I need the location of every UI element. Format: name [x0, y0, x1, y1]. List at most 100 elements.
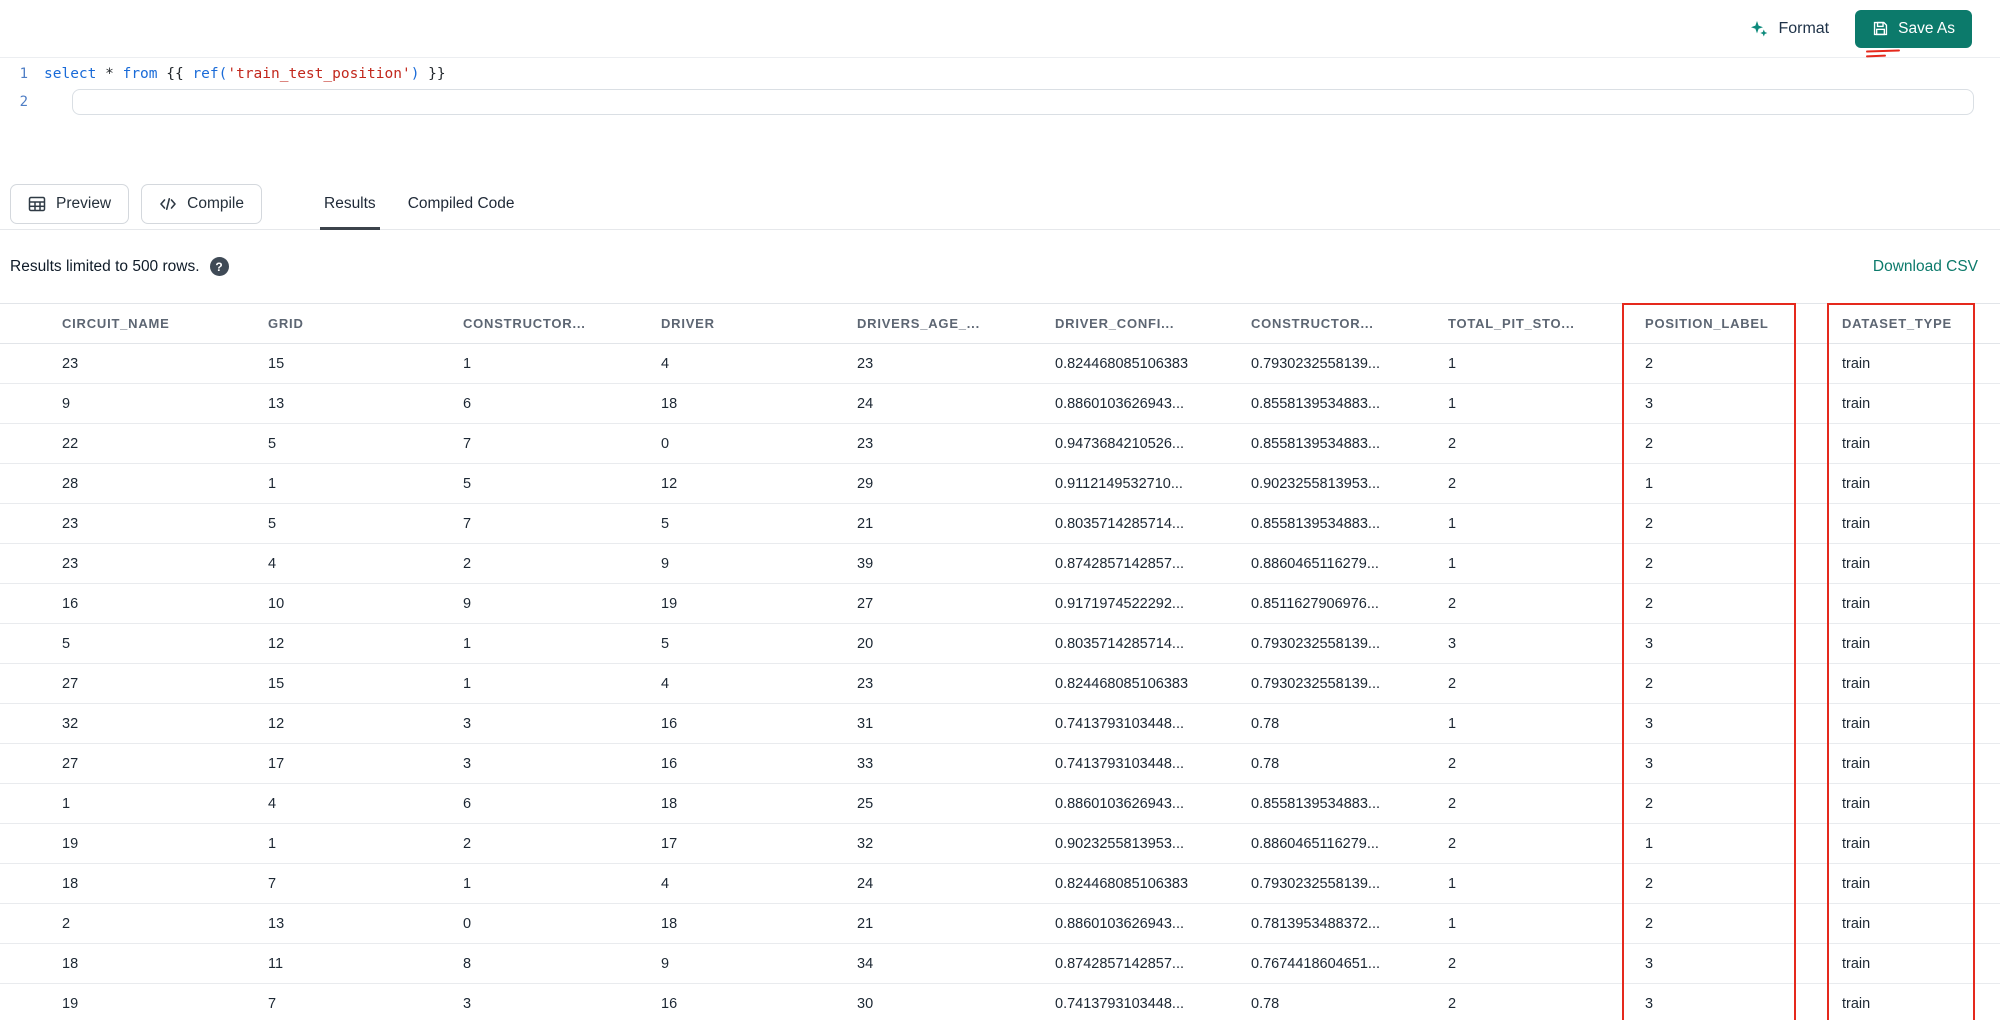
format-button[interactable]: Format: [1749, 19, 1829, 39]
table-cell: 4: [268, 543, 463, 584]
table-cell: 0.8558139534883...: [1251, 783, 1448, 824]
table-cell: 2: [1645, 343, 1842, 384]
sql-editor[interactable]: 1 select * from {{ ref('train_test_posit…: [0, 58, 2000, 178]
column-header: CONSTRUCTOR...: [1251, 303, 1448, 344]
table-cell: 2: [1448, 663, 1645, 704]
results-data-grid: CIRCUIT_NAME GRID CONSTRUCTOR... DRIVER DRIV…: [0, 303, 2000, 1020]
save-as-button[interactable]: Save As: [1855, 9, 1972, 48]
column-header: DATASET_TYPE: [1842, 303, 2000, 344]
table-cell: 1: [463, 863, 661, 904]
table-cell: 28: [0, 463, 268, 504]
table-cell: 0.7930232558139...: [1251, 663, 1448, 704]
table-cell: train: [1842, 423, 2000, 464]
results-meta-row: Results limited to 500 rows. ? Download …: [0, 230, 2000, 303]
table-cell: 23: [0, 543, 268, 584]
column-header: GRID: [268, 303, 463, 344]
table-cell: 4: [661, 863, 857, 904]
table-cell: train: [1842, 343, 2000, 384]
table-row: 9 13 6 18 24 0.8860103626943... 0.855813953488…: [0, 383, 2000, 424]
table-cell: 0.9171974522292...: [1055, 583, 1251, 624]
editor-line-1[interactable]: 1 select * from {{ ref('train_test_posit…: [0, 61, 2000, 86]
download-csv-link[interactable]: Download CSV: [1873, 258, 1978, 276]
table-cell: 23: [0, 343, 268, 384]
help-icon[interactable]: ?: [209, 257, 229, 276]
table-cell: 0.78: [1251, 743, 1448, 784]
table-cell: 0.78: [1251, 983, 1448, 1020]
table-cell: 1: [0, 783, 268, 824]
table-cell: 0.8558139534883...: [1251, 503, 1448, 544]
editor-line-2[interactable]: 2: [0, 88, 2000, 116]
table-cell: 5: [661, 503, 857, 544]
code-token: {{: [157, 65, 193, 82]
tab-results[interactable]: Results: [308, 178, 392, 230]
table-cell: 27: [857, 583, 1055, 624]
preview-button[interactable]: Preview: [10, 183, 130, 224]
table-cell: 16: [0, 583, 268, 624]
table-cell: 1: [1448, 343, 1645, 384]
table-cell: 31: [857, 703, 1055, 744]
table-cell: 18: [0, 943, 268, 984]
table-row: 23 15 1 4 23 0.824468085106383 0.7930232558139…: [0, 343, 2000, 384]
table-cell: 0.7413793103448...: [1055, 743, 1251, 784]
table-cell: train: [1842, 943, 2000, 984]
table-row: 27 15 1 4 23 0.824468085106383 0.7930232558139…: [0, 663, 2000, 704]
code-line-content: select * from {{ ref('train_test_positio…: [44, 66, 446, 82]
compile-button[interactable]: Compile: [141, 183, 262, 224]
editor-active-line-box[interactable]: [72, 89, 1974, 115]
table-cell: train: [1842, 503, 2000, 544]
table-cell: 7: [268, 863, 463, 904]
table-cell: 24: [857, 863, 1055, 904]
table-row: 23 5 7 5 21 0.8035714285714... 0.8558139534883…: [0, 503, 2000, 544]
table-cell: 18: [0, 863, 268, 904]
table-cell: 0.9112149532710...: [1055, 463, 1251, 504]
table-row: 18 7 1 4 24 0.824468085106383 0.7930232558139.…: [0, 863, 2000, 904]
column-header: DRIVER_CONFI...: [1055, 303, 1251, 344]
table-cell: 2: [1645, 783, 1842, 824]
tab-results-label: Results: [324, 194, 376, 212]
table-cell: 0.8860465116279...: [1251, 543, 1448, 584]
table-cell: 0.7674418604651...: [1251, 943, 1448, 984]
table-cell: train: [1842, 383, 2000, 424]
table-cell: train: [1842, 823, 2000, 864]
table-cell: 30: [857, 983, 1055, 1020]
table-cell: 16: [661, 983, 857, 1020]
table-cell: 2: [1448, 423, 1645, 464]
table-cell: 0.8860103626943...: [1055, 903, 1251, 944]
table-cell: 1: [1645, 823, 1842, 864]
table-cell: 3: [463, 743, 661, 784]
table-cell: 15: [268, 663, 463, 704]
table-row: 2 13 0 18 21 0.8860103626943... 0.781395348837…: [0, 903, 2000, 944]
table-cell: 2: [1448, 823, 1645, 864]
table-row: 19 7 3 16 30 0.7413793103448... 0.78 2 3 train: [0, 983, 2000, 1020]
table-cell: 3: [1645, 383, 1842, 424]
table-cell: 7: [463, 423, 661, 464]
table-cell: 7: [463, 503, 661, 544]
table-cell: train: [1842, 543, 2000, 584]
code-token: select: [44, 65, 97, 82]
table-row: 22 5 7 0 23 0.9473684210526... 0.8558139534883…: [0, 423, 2000, 464]
format-label: Format: [1778, 19, 1830, 37]
table-cell: 0: [661, 423, 857, 464]
table-cell: 39: [857, 543, 1055, 584]
table-cell: 0.7930232558139...: [1251, 343, 1448, 384]
table-cell: 0.9473684210526...: [1055, 423, 1251, 464]
table-cell: 5: [661, 623, 857, 664]
table-cell: 0.8860103626943...: [1055, 383, 1251, 424]
table-row: 19 1 2 17 32 0.9023255813953... 0.886046511627…: [0, 823, 2000, 864]
table-cell: 3: [1645, 983, 1842, 1020]
table-cell: 0.8742857142857...: [1055, 543, 1251, 584]
editor-toolbar: Format Save As: [0, 0, 2000, 58]
table-cell: 15: [268, 343, 463, 384]
line-number: 1: [19, 65, 28, 82]
table-cell: train: [1842, 903, 2000, 944]
table-cell: 23: [0, 503, 268, 544]
table-cell: 4: [268, 783, 463, 824]
table-cell: 3: [1448, 623, 1645, 664]
table-cell: 29: [857, 463, 1055, 504]
code-token: ref(: [192, 65, 228, 82]
table-cell: 23: [857, 423, 1055, 464]
table-cell: 5: [268, 423, 463, 464]
tab-compiled-code[interactable]: Compiled Code: [392, 178, 531, 229]
table-cell: 2: [463, 543, 661, 584]
table-cell: 19: [0, 823, 268, 864]
